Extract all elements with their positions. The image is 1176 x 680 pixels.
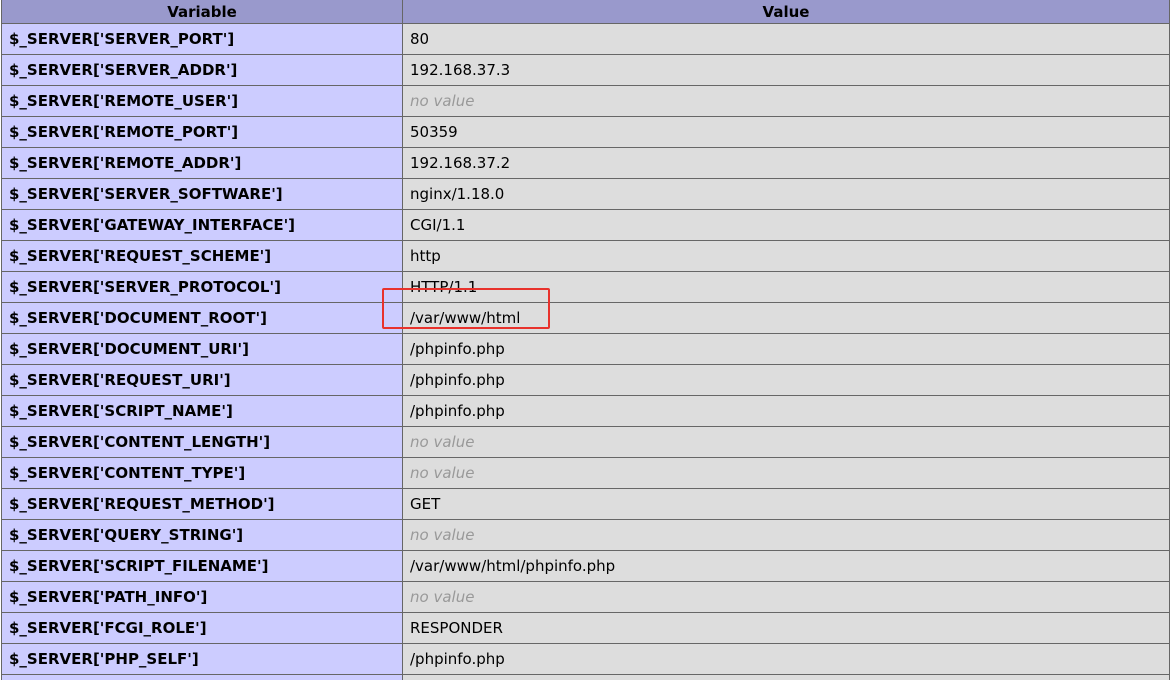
table-row: $_SERVER['SERVER_ADDR'] 192.168.37.3: [1, 54, 1170, 86]
table-row: $_SERVER['CONTENT_LENGTH'] no value: [1, 426, 1170, 458]
variable-value-cell: no value: [402, 85, 1170, 117]
variable-name-cell: $_SERVER['REMOTE_USER']: [1, 85, 403, 117]
table-row: $_SERVER['REMOTE_PORT'] 50359: [1, 116, 1170, 148]
variable-name-cell: $_SERVER['SCRIPT_NAME']: [1, 395, 403, 427]
variable-name-cell: $_SERVER['DOCUMENT_ROOT']: [1, 302, 403, 334]
table-row: $_SERVER['REQUEST_SCHEME'] http: [1, 240, 1170, 272]
variable-value-cell: no value: [402, 519, 1170, 551]
variable-name-cell: $_SERVER['REMOTE_PORT']: [1, 116, 403, 148]
table-row: $_SERVER['SERVER_SOFTWARE'] nginx/1.18.0: [1, 178, 1170, 210]
variable-value-cell: GET: [402, 488, 1170, 520]
variable-name-cell: $_SERVER['CONTENT_TYPE']: [1, 457, 403, 489]
table-row: $_SERVER['PATH_INFO'] no value: [1, 581, 1170, 613]
no-value-text: no value: [410, 433, 475, 451]
variable-value-cell: no value: [402, 457, 1170, 489]
value-column-header: Value: [402, 0, 1170, 24]
variable-value-cell: nginx/1.18.0: [402, 178, 1170, 210]
variable-name-cell: $_SERVER['REMOTE_ADDR']: [1, 147, 403, 179]
table-row: $_SERVER['FCGI_ROLE'] RESPONDER: [1, 612, 1170, 644]
no-value-text: no value: [410, 92, 475, 110]
table-header-row: Variable Value: [1, 0, 1170, 24]
table-row: $_SERVER['REMOTE_ADDR'] 192.168.37.2: [1, 147, 1170, 179]
table-row: $_SERVER['QUERY_STRING'] no value: [1, 519, 1170, 551]
phpinfo-page: Variable Value $_SERVER['SERVER_PORT'] 80…: [0, 0, 1176, 680]
table-row: $_SERVER['SERVER_PROTOCOL'] HTTP/1.1: [1, 271, 1170, 303]
variable-name-cell: $_SERVER['CONTENT_LENGTH']: [1, 426, 403, 458]
variable-name-cell: $_SERVER['SERVER_SOFTWARE']: [1, 178, 403, 210]
variable-name-cell: $_SERVER['SERVER_ADDR']: [1, 54, 403, 86]
document-root-value-cell: /var/www/html: [402, 302, 1170, 334]
variable-value-cell: /var/www/html/phpinfo.php: [402, 550, 1170, 582]
table-body: $_SERVER['SERVER_PORT'] 80 $_SERVER['SERVE…: [1, 23, 1170, 680]
table-row: $_SERVER['SERVER_PORT'] 80: [1, 23, 1170, 55]
variable-name-cell: $_SERVER['FCGI_ROLE']: [1, 612, 403, 644]
variable-value-cell: 192.168.37.2: [402, 147, 1170, 179]
variable-name-cell: $_SERVER['SERVER_PROTOCOL']: [1, 271, 403, 303]
table-row: $_SERVER['SCRIPT_FILENAME']/var/www/html…: [1, 550, 1170, 582]
variable-name-cell: $_SERVER['QUERY_STRING']: [1, 519, 403, 551]
variable-column-header: Variable: [1, 0, 403, 24]
variable-name-cell: $_SERVER['SCRIPT_FILENAME']: [1, 550, 403, 582]
table-row: $_SERVER['DOCUMENT_URI']/phpinfo.php: [1, 333, 1170, 365]
variable-value-cell: HTTP/1.1: [402, 271, 1170, 303]
variable-value-cell: /phpinfo.php: [402, 395, 1170, 427]
variable-value-cell: /phpinfo.php: [402, 333, 1170, 365]
no-value-text: no value: [410, 526, 475, 544]
variable-name-cell: $_SERVER['REQUEST_URI']: [1, 364, 403, 396]
variable-name-cell: $_SERVER['REQUEST_TIME_FLOAT']: [1, 674, 403, 680]
variable-value-cell: 50359: [402, 116, 1170, 148]
table-row: $_SERVER['REQUEST_TIME_FLOAT']1724909531…: [1, 674, 1170, 680]
variable-name-cell: $_SERVER['REQUEST_SCHEME']: [1, 240, 403, 272]
no-value-text: no value: [410, 588, 475, 606]
table-row: $_SERVER['REQUEST_URI']/phpinfo.php: [1, 364, 1170, 396]
variable-name-cell: $_SERVER['PATH_INFO']: [1, 581, 403, 613]
variable-value-cell: 1724909531.391: [402, 674, 1170, 680]
variable-value-cell: CGI/1.1: [402, 209, 1170, 241]
table-row: $_SERVER['CONTENT_TYPE'] no value: [1, 457, 1170, 489]
variable-value-cell: no value: [402, 426, 1170, 458]
no-value-text: no value: [410, 464, 475, 482]
variable-name-cell: $_SERVER['REQUEST_METHOD']: [1, 488, 403, 520]
variable-value-cell: 80: [402, 23, 1170, 55]
variable-name-cell: $_SERVER['DOCUMENT_URI']: [1, 333, 403, 365]
table-row: $_SERVER['PHP_SELF']/phpinfo.php: [1, 643, 1170, 675]
variable-value-cell: RESPONDER: [402, 612, 1170, 644]
variable-value-cell: /phpinfo.php: [402, 364, 1170, 396]
table-row: $_SERVER['SCRIPT_NAME']/phpinfo.php: [1, 395, 1170, 427]
variable-value-cell: http: [402, 240, 1170, 272]
variable-value-cell: no value: [402, 581, 1170, 613]
variable-value-cell: 192.168.37.3: [402, 54, 1170, 86]
variable-name-cell: $_SERVER['PHP_SELF']: [1, 643, 403, 675]
server-variables-table: Variable Value $_SERVER['SERVER_PORT'] 80…: [1, 0, 1170, 680]
variable-name-cell: $_SERVER['SERVER_PORT']: [1, 23, 403, 55]
table-row: $_SERVER['GATEWAY_INTERFACE'] CGI/1.1: [1, 209, 1170, 241]
table-row: $_SERVER['DOCUMENT_ROOT']/var/www/html: [1, 302, 1170, 334]
variable-name-cell: $_SERVER['GATEWAY_INTERFACE']: [1, 209, 403, 241]
table-row: $_SERVER['REQUEST_METHOD'] GET: [1, 488, 1170, 520]
variable-value-cell: /phpinfo.php: [402, 643, 1170, 675]
table-row: $_SERVER['REMOTE_USER'] no value: [1, 85, 1170, 117]
